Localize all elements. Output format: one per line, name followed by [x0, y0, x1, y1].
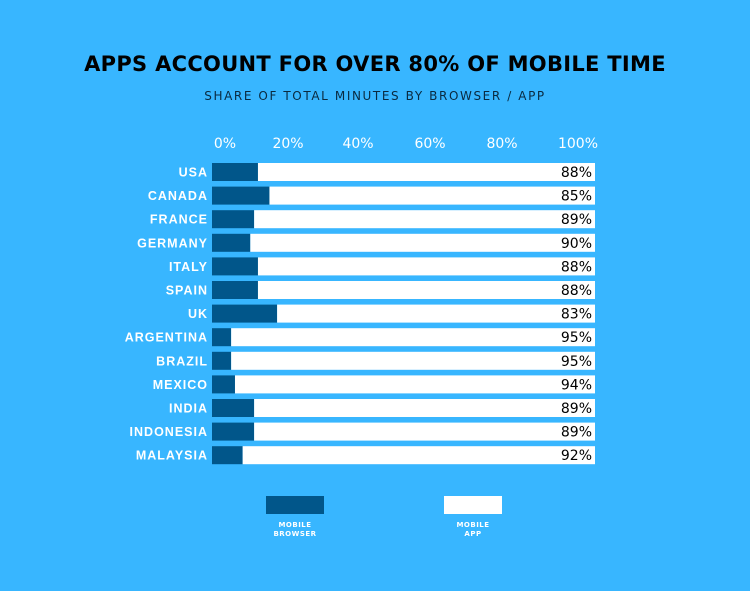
bar-mobile-app [231, 328, 595, 347]
bar-mobile-app [231, 351, 595, 370]
category-label: MEXICO [153, 378, 208, 392]
legend-label: BROWSER [273, 530, 316, 538]
category-label: BRAZIL [156, 354, 208, 368]
legend-label: APP [464, 530, 481, 538]
bar-mobile-browser [212, 257, 258, 276]
data-label: 89% [561, 212, 592, 228]
category-label: ARGENTINA [125, 331, 208, 345]
bar-mobile-app [254, 422, 595, 441]
bar-mobile-app [257, 281, 595, 299]
bar-mobile-app [257, 163, 595, 181]
bar-chart: 0% 20% 40% 60% 80% 100% USA 88% CANADA 85% FRANCE 8… [125, 136, 598, 538]
legend-label: MOBILE [456, 521, 489, 529]
bar-mobile-app [254, 399, 595, 417]
data-label: 85% [561, 189, 592, 205]
category-label: UK [188, 307, 208, 321]
bar-mobile-browser [212, 163, 258, 181]
bar-mobile-app [234, 375, 596, 394]
category-label: MALAYSIA [136, 449, 208, 463]
x-tick-label: 60% [414, 136, 445, 152]
data-label: 89% [561, 425, 592, 441]
bar-mobile-browser [212, 186, 270, 205]
x-tick-label: 20% [272, 136, 303, 152]
x-tick-label: 80% [486, 136, 517, 152]
bar-mobile-browser [212, 328, 232, 347]
bar-mobile-app [242, 446, 595, 465]
bar-mobile-browser [212, 422, 255, 441]
legend-swatch [266, 496, 324, 514]
category-label: GERMANY [137, 236, 208, 250]
legend-label: MOBILE [278, 521, 311, 529]
bar-mobile-browser [212, 304, 278, 323]
bar-mobile-app [269, 186, 595, 205]
bar-mobile-app [277, 304, 595, 323]
data-label: 90% [561, 236, 592, 252]
bar-mobile-app [254, 210, 595, 229]
category-label: SPAIN [166, 284, 208, 298]
data-label: 95% [561, 354, 592, 370]
bar-mobile-app [257, 257, 595, 276]
bar-mobile-browser [212, 233, 251, 252]
bar-mobile-browser [212, 399, 255, 417]
category-label: INDONESIA [130, 425, 208, 439]
bar-mobile-browser [212, 375, 235, 394]
bar-mobile-browser [212, 351, 232, 370]
data-label: 88% [561, 283, 592, 299]
data-label: 88% [561, 165, 592, 181]
data-label: 92% [561, 448, 592, 464]
x-tick-label: 100% [558, 136, 598, 152]
category-label: CANADA [148, 189, 208, 203]
data-label: 94% [561, 377, 592, 393]
bar-mobile-app [250, 233, 596, 252]
x-tick-label: 40% [342, 136, 373, 152]
data-label: 89% [561, 401, 592, 417]
category-label: FRANCE [150, 213, 208, 227]
bar-mobile-browser [212, 446, 243, 465]
x-tick-label: 0% [214, 136, 236, 152]
bar-mobile-browser [212, 281, 258, 299]
bar-mobile-browser [212, 210, 255, 229]
category-label: ITALY [169, 260, 208, 274]
category-label: USA [179, 166, 208, 180]
legend-swatch [444, 496, 502, 514]
data-label: 83% [561, 307, 592, 323]
data-label: 88% [561, 259, 592, 275]
data-label: 95% [561, 330, 592, 346]
category-label: INDIA [169, 402, 208, 416]
